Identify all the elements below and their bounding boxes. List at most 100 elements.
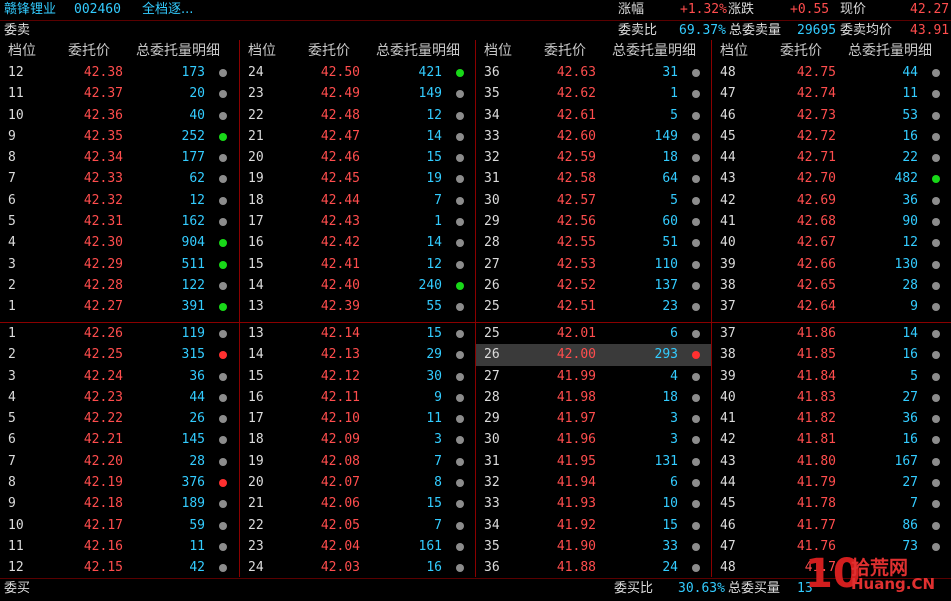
detail-dot-icon[interactable] [692,218,700,227]
detail-dot-icon[interactable] [932,393,940,402]
detail-dot-icon[interactable] [692,542,700,551]
bid-row[interactable]: 14 42.13 29 [240,344,476,365]
bid-row[interactable]: 43 41.80 167 [712,451,951,472]
detail-dot-icon[interactable] [692,196,700,205]
ask-row[interactable]: 18 42.44 7 [240,190,476,211]
detail-dot-icon[interactable] [219,303,227,312]
ask-row[interactable]: 7 42.33 62 [0,168,239,189]
bid-row[interactable]: 24 42.03 16 [240,557,476,578]
ask-row[interactable]: 28 42.55 51 [476,232,712,253]
detail-dot-icon[interactable] [219,457,227,466]
ask-row[interactable]: 24 42.50 421 [240,62,476,83]
bid-row[interactable]: 13 42.14 15 [240,323,476,344]
bid-row[interactable]: 26 42.00 293 [476,344,712,366]
bid-row[interactable]: 37 41.86 14 [712,323,951,344]
ask-row[interactable]: 12 42.38 173 [0,62,239,83]
detail-dot-icon[interactable] [932,196,940,205]
bid-row[interactable]: 15 42.12 30 [240,366,476,387]
ask-row[interactable]: 47 42.74 11 [712,83,951,104]
ask-row[interactable]: 5 42.31 162 [0,211,239,232]
bid-row[interactable]: 1 42.26 119 [0,323,239,344]
detail-dot-icon[interactable] [219,196,227,205]
detail-dot-icon[interactable] [219,281,227,290]
detail-dot-icon[interactable] [932,351,940,360]
detail-dot-icon[interactable] [456,90,464,99]
detail-dot-icon[interactable] [932,260,940,269]
bid-row[interactable]: 22 42.05 7 [240,515,476,536]
bid-row[interactable]: 4 42.23 44 [0,387,239,408]
bid-row[interactable]: 38 41.85 16 [712,344,951,365]
detail-dot-icon[interactable] [692,303,700,312]
detail-dot-icon[interactable] [692,564,700,573]
ask-row[interactable]: 34 42.61 5 [476,105,712,126]
bid-row[interactable]: 19 42.08 7 [240,451,476,472]
ask-row[interactable]: 20 42.46 15 [240,147,476,168]
bid-row[interactable]: 30 41.96 3 [476,429,712,450]
bid-row[interactable]: 34 41.92 15 [476,515,712,536]
bid-row[interactable]: 3 42.24 36 [0,366,239,387]
detail-dot-icon[interactable] [456,564,464,573]
bid-row[interactable]: 20 42.07 8 [240,472,476,493]
detail-dot-icon[interactable] [456,69,464,77]
detail-dot-icon[interactable] [219,564,227,573]
ask-row[interactable]: 37 42.64 9 [712,296,951,317]
detail-dot-icon[interactable] [932,90,940,99]
detail-dot-icon[interactable] [932,542,940,551]
detail-dot-icon[interactable] [692,239,700,248]
detail-dot-icon[interactable] [456,500,464,509]
bid-row[interactable]: 5 42.22 26 [0,408,239,429]
detail-dot-icon[interactable] [219,218,227,227]
detail-dot-icon[interactable] [932,479,940,488]
bid-row[interactable]: 6 42.21 145 [0,429,239,450]
bid-row[interactable]: 2 42.25 315 [0,344,239,365]
detail-dot-icon[interactable] [219,351,227,360]
bid-row[interactable]: 45 41.78 7 [712,493,951,514]
detail-dot-icon[interactable] [932,330,940,338]
bid-row[interactable]: 42 41.81 16 [712,429,951,450]
detail-dot-icon[interactable] [456,132,464,141]
detail-dot-icon[interactable] [219,542,227,551]
detail-dot-icon[interactable] [456,303,464,312]
detail-dot-icon[interactable] [219,372,227,381]
bid-row[interactable]: 11 42.16 11 [0,536,239,557]
detail-dot-icon[interactable] [932,281,940,290]
bid-row[interactable]: 9 42.18 189 [0,493,239,514]
ask-row[interactable]: 45 42.72 16 [712,126,951,147]
bid-row[interactable]: 16 42.11 9 [240,387,476,408]
detail-dot-icon[interactable] [456,239,464,248]
ask-row[interactable]: 25 42.51 23 [476,296,712,317]
ask-row[interactable]: 19 42.45 19 [240,168,476,189]
bid-row[interactable]: 27 41.99 4 [476,366,712,387]
ask-row[interactable]: 23 42.49 149 [240,83,476,104]
detail-dot-icon[interactable] [456,218,464,227]
detail-dot-icon[interactable] [692,351,700,360]
detail-dot-icon[interactable] [219,132,227,141]
ask-row[interactable]: 42 42.69 36 [712,190,951,211]
detail-dot-icon[interactable] [692,500,700,509]
bid-row[interactable]: 41 41.82 36 [712,408,951,429]
detail-dot-icon[interactable] [932,500,940,509]
detail-dot-icon[interactable] [692,260,700,269]
detail-dot-icon[interactable] [219,415,227,424]
ask-row[interactable]: 22 42.48 12 [240,105,476,126]
bid-row[interactable]: 31 41.95 131 [476,451,712,472]
detail-dot-icon[interactable] [456,196,464,205]
detail-dot-icon[interactable] [692,90,700,99]
bid-row[interactable]: 21 42.06 15 [240,493,476,514]
bid-row[interactable]: 35 41.90 33 [476,536,712,557]
bid-row[interactable]: 46 41.77 86 [712,515,951,536]
ask-row[interactable]: 4 42.30 904 [0,232,239,253]
detail-dot-icon[interactable] [456,260,464,269]
bid-row[interactable]: 18 42.09 3 [240,429,476,450]
detail-dot-icon[interactable] [692,281,700,290]
ask-row[interactable]: 27 42.53 110 [476,254,712,275]
detail-dot-icon[interactable] [932,457,940,466]
detail-dot-icon[interactable] [219,479,227,488]
detail-dot-icon[interactable] [932,436,940,445]
detail-dot-icon[interactable] [456,175,464,184]
detail-dot-icon[interactable] [692,521,700,530]
detail-dot-icon[interactable] [456,415,464,424]
detail-dot-icon[interactable] [692,132,700,141]
detail-dot-icon[interactable] [692,111,700,120]
ask-row[interactable]: 46 42.73 53 [712,105,951,126]
